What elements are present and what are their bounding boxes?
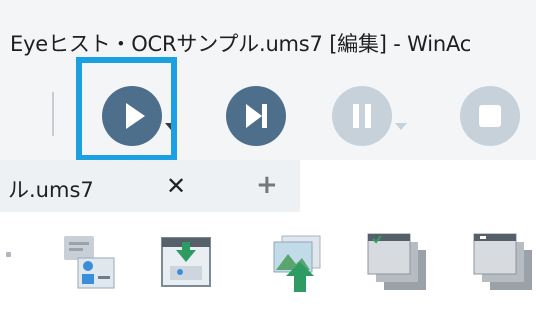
stop-icon	[479, 105, 501, 127]
tab-label: ル.ums7	[8, 178, 94, 202]
step-forward-icon	[246, 104, 267, 128]
toolbar-separator	[52, 92, 54, 136]
close-icon[interactable]: ✕	[166, 172, 186, 200]
stop-button[interactable]	[460, 86, 520, 146]
image-match-icon[interactable]	[60, 232, 118, 300]
run-button-highlight	[76, 57, 177, 161]
tab-bar: ル.ums7 ✕ +	[0, 160, 536, 212]
window-title: Eyeヒスト・OCRサンプル.ums7 [編集] - WinAc	[10, 32, 472, 56]
window-stack-icon[interactable]	[366, 232, 430, 300]
window-list-icon[interactable]	[472, 232, 536, 300]
ribbon-scroll-indicator[interactable]	[6, 252, 11, 257]
action-ribbon	[0, 212, 536, 318]
screen-capture-icon[interactable]	[158, 232, 216, 300]
pause-dropdown-arrow[interactable]	[395, 116, 407, 135]
chevron-down-icon	[395, 123, 407, 130]
tab-active[interactable]: ル.ums7 ✕	[0, 160, 300, 212]
pause-icon	[353, 104, 371, 128]
step-button[interactable]	[226, 86, 286, 146]
pause-button[interactable]	[332, 86, 392, 146]
add-tab-icon[interactable]: +	[256, 170, 278, 200]
image-upload-icon[interactable]	[266, 232, 324, 300]
